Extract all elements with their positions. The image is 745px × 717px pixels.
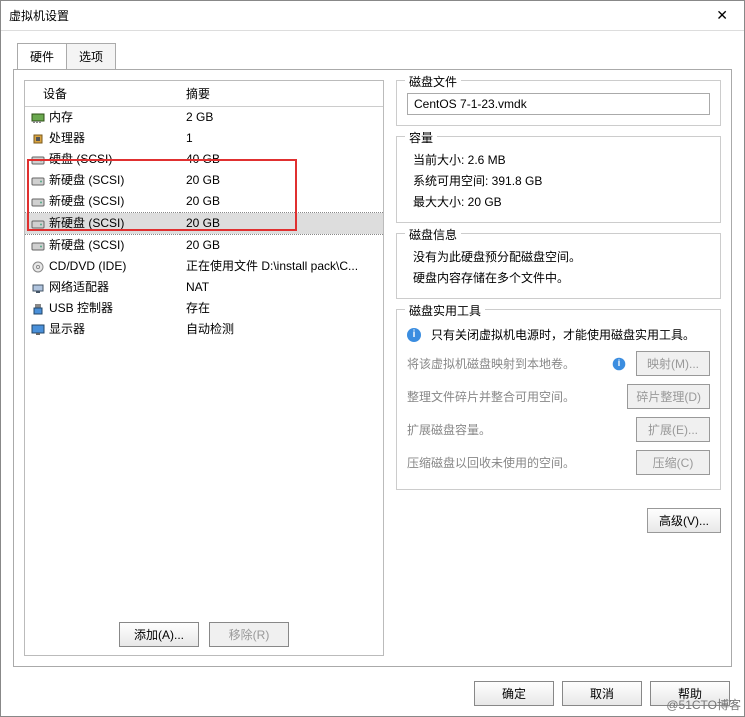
device-row[interactable]: 新硬盘 (SCSI) 20 GB — [25, 191, 383, 213]
display-icon — [31, 324, 45, 336]
device-summary: 存在 — [180, 298, 383, 319]
device-row[interactable]: 显示器 自动检测 — [25, 319, 383, 340]
map-desc: 将该虚拟机磁盘映射到本地卷。 — [407, 355, 606, 372]
disk-icon — [31, 240, 45, 252]
disk-icon — [31, 175, 45, 187]
capacity-current: 当前大小: 2.6 MB — [407, 149, 710, 170]
usb-icon — [31, 303, 45, 315]
net-icon — [31, 282, 45, 294]
header-summary: 摘要 — [180, 81, 383, 107]
device-name: 新硬盘 (SCSI) — [49, 238, 124, 252]
device-row[interactable]: CD/DVD (IDE) 正在使用文件 D:\install pack\C... — [25, 256, 383, 277]
device-name: 内存 — [49, 110, 73, 124]
info-icon: i — [613, 357, 626, 370]
ok-button[interactable]: 确定 — [474, 681, 554, 706]
cpu-icon — [31, 133, 45, 145]
device-summary: 2 GB — [180, 107, 383, 129]
device-summary: NAT — [180, 277, 383, 298]
capacity-max: 最大大小: 20 GB — [407, 191, 710, 212]
cancel-button[interactable]: 取消 — [562, 681, 642, 706]
expand-desc: 扩展磁盘容量。 — [407, 421, 630, 438]
cd-icon — [31, 261, 45, 273]
device-row[interactable]: USB 控制器 存在 — [25, 298, 383, 319]
device-summary: 自动检测 — [180, 319, 383, 340]
disk-info-title: 磁盘信息 — [405, 226, 461, 243]
disk-icon — [31, 218, 45, 230]
footer: 确定 取消 帮助 — [1, 671, 744, 716]
map-button: 映射(M)... — [636, 351, 710, 376]
device-name: 处理器 — [49, 131, 85, 145]
disk-file-title: 磁盘文件 — [405, 73, 461, 90]
window-title: 虚拟机设置 — [9, 7, 708, 24]
device-name: 硬盘 (SCSI) — [49, 152, 112, 166]
device-name: USB 控制器 — [49, 301, 113, 315]
compress-desc: 压缩磁盘以回收未使用的空间。 — [407, 454, 630, 471]
device-summary: 正在使用文件 D:\install pack\C... — [180, 256, 383, 277]
device-row[interactable]: 内存 2 GB — [25, 107, 383, 129]
device-row[interactable]: 硬盘 (SCSI) 40 GB — [25, 149, 383, 170]
tabs: 硬件 选项 — [17, 43, 732, 69]
expand-button: 扩展(E)... — [636, 417, 710, 442]
defrag-button: 碎片整理(D) — [627, 384, 710, 409]
device-name: 显示器 — [49, 322, 85, 336]
header-device: 设备 — [25, 81, 180, 107]
watermark: @51CTO博客 — [666, 696, 741, 713]
device-summary: 1 — [180, 128, 383, 149]
device-row[interactable]: 处理器 1 — [25, 128, 383, 149]
details-panel: 磁盘文件 CentOS 7-1-23.vmdk 容量 当前大小: 2.6 MB … — [396, 80, 721, 656]
device-row[interactable]: 新硬盘 (SCSI) 20 GB — [25, 235, 383, 257]
capacity-title: 容量 — [405, 129, 437, 146]
device-name: CD/DVD (IDE) — [49, 259, 126, 273]
defrag-desc: 整理文件碎片并整合可用空间。 — [407, 388, 621, 405]
device-summary: 20 GB — [180, 213, 383, 235]
disk-info-group: 磁盘信息 没有为此硬盘预分配磁盘空间。 硬盘内容存储在多个文件中。 — [396, 233, 721, 299]
utils-title: 磁盘实用工具 — [405, 302, 485, 319]
device-row[interactable]: 网络适配器 NAT — [25, 277, 383, 298]
capacity-free: 系统可用空间: 391.8 GB — [407, 170, 710, 191]
utils-group: 磁盘实用工具 i 只有关闭虚拟机电源时，才能使用磁盘实用工具。 将该虚拟机磁盘映… — [396, 309, 721, 490]
device-panel: 设备 摘要 内存2 GB处理器1硬盘 (SCSI)40 GB新硬盘 (SCSI)… — [24, 80, 384, 656]
close-icon[interactable]: ✕ — [708, 3, 736, 28]
titlebar: 虚拟机设置 ✕ — [1, 1, 744, 31]
device-summary: 20 GB — [180, 170, 383, 191]
disk-file-group: 磁盘文件 CentOS 7-1-23.vmdk — [396, 80, 721, 126]
memory-icon — [31, 112, 45, 124]
disk-file-field[interactable]: CentOS 7-1-23.vmdk — [407, 93, 710, 115]
device-table: 设备 摘要 内存2 GB处理器1硬盘 (SCSI)40 GB新硬盘 (SCSI)… — [25, 81, 383, 340]
device-summary: 20 GB — [180, 235, 383, 257]
disk-info-line1: 没有为此硬盘预分配磁盘空间。 — [407, 246, 710, 267]
device-name: 新硬盘 (SCSI) — [49, 216, 124, 230]
add-button[interactable]: 添加(A)... — [119, 622, 199, 647]
disk-icon — [31, 154, 45, 166]
tab-options[interactable]: 选项 — [66, 43, 116, 69]
disk-icon — [31, 196, 45, 208]
device-name: 新硬盘 (SCSI) — [49, 194, 124, 208]
device-row[interactable]: 新硬盘 (SCSI) 20 GB — [25, 213, 383, 235]
device-row[interactable]: 新硬盘 (SCSI) 20 GB — [25, 170, 383, 191]
capacity-group: 容量 当前大小: 2.6 MB 系统可用空间: 391.8 GB 最大大小: 2… — [396, 136, 721, 223]
device-name: 网络适配器 — [49, 280, 109, 294]
advanced-button[interactable]: 高级(V)... — [647, 508, 721, 533]
utils-hint: 只有关闭虚拟机电源时，才能使用磁盘实用工具。 — [431, 326, 710, 343]
device-summary: 20 GB — [180, 191, 383, 213]
remove-button: 移除(R) — [209, 622, 289, 647]
info-icon: i — [407, 328, 421, 342]
disk-info-line2: 硬盘内容存储在多个文件中。 — [407, 267, 710, 288]
vm-settings-window: 虚拟机设置 ✕ 硬件 选项 设备 摘要 内存2 GB处 — [0, 0, 745, 717]
compress-button: 压缩(C) — [636, 450, 710, 475]
device-summary: 40 GB — [180, 149, 383, 170]
device-name: 新硬盘 (SCSI) — [49, 173, 124, 187]
tab-hardware[interactable]: 硬件 — [17, 43, 67, 69]
